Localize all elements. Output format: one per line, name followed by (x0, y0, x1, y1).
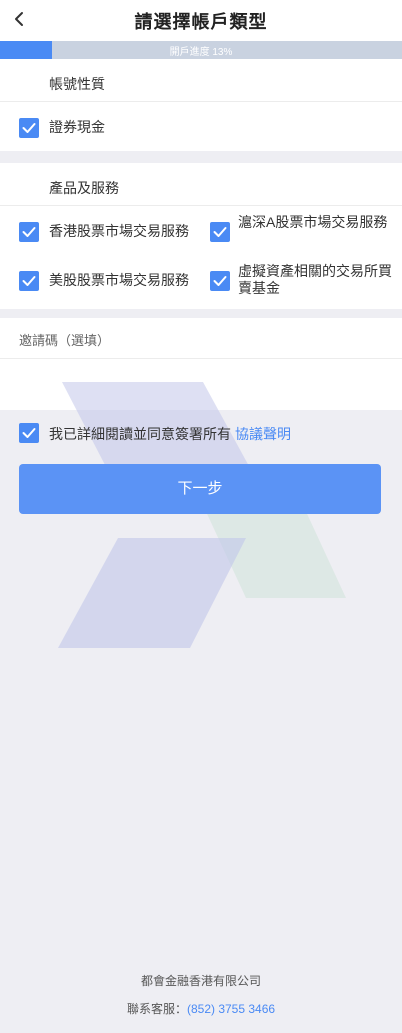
company-name: 都會金融香港有限公司 (140, 974, 261, 988)
invite-code-input[interactable] (19, 366, 383, 402)
us-stock-label: 美股股票市場交易服務 (49, 272, 189, 288)
invite-section: 邀請碼（選填） (0, 318, 402, 410)
checkbox-us-stock[interactable] (19, 271, 39, 291)
divider (0, 205, 402, 206)
checkbox-securities-cash[interactable] (19, 118, 39, 138)
securities-cash-label: 證券現金 (49, 119, 105, 135)
checkbox-agreement[interactable] (19, 423, 39, 443)
top-bar: 請選擇帳戶類型 (0, 0, 402, 41)
invite-title: 邀請碼（選填） (19, 333, 111, 348)
customer-service-phone[interactable]: (852) 3755 3466 (187, 1002, 275, 1016)
page-title: 請選擇帳戶類型 (134, 12, 268, 32)
products-section: 產品及服務 香港股票市場交易服務 滬深A股票市場交易服務 美股股票市場交易服務 … (0, 163, 402, 309)
next-button[interactable]: 下一步 (19, 464, 381, 514)
checkbox-virtual-asset-etf[interactable] (210, 271, 230, 291)
agreement-label: 我已詳細閱讀並同意簽署所有 (49, 426, 231, 442)
checkbox-hk-stock[interactable] (19, 222, 39, 242)
virtual-asset-etf-label: 虛擬資產相關的交易所買賣基金 (238, 263, 392, 296)
hk-stock-label: 香港股票市場交易服務 (49, 223, 189, 239)
agreement-link[interactable]: 協議聲明 (235, 426, 291, 442)
progress-bar: 開戶進度 13% (0, 41, 402, 59)
progress-text: 開戶進度 13% (169, 47, 233, 58)
account-nature-title: 帳號性質 (49, 76, 105, 92)
divider (0, 101, 402, 102)
a-share-label: 滬深A股票市場交易服務 (238, 214, 388, 230)
account-nature-section: 帳號性質 證券現金 (0, 59, 402, 151)
checkbox-a-share[interactable] (210, 222, 230, 242)
customer-service: 聯系客服：(852) 3755 3466 (0, 1000, 402, 1017)
agreement-text: 我已詳細閱讀並同意簽署所有 協議聲明 (49, 424, 291, 444)
products-title: 產品及服務 (49, 180, 119, 196)
customer-service-label: 聯系客服： (126, 1002, 187, 1016)
divider (0, 358, 402, 359)
